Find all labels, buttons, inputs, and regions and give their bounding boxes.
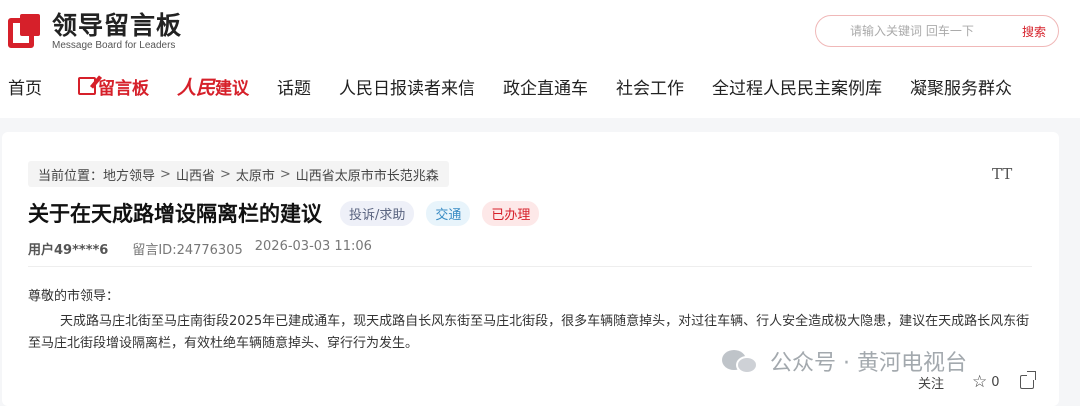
message-id: 留言ID:24776305 [132, 243, 243, 258]
nav-readers-letters[interactable]: 人民日报读者来信 [339, 74, 475, 99]
nav-home[interactable]: 首页 [8, 74, 42, 99]
post-actions: 关注 ☆ 0 [918, 371, 1036, 392]
nav-case-library[interactable]: 全过程人民民主案例库 [712, 74, 882, 99]
main-nav: 首页 留言板 人民建议 话题 人民日报读者来信 政企直通车 社会工作 全过程人民… [0, 70, 1040, 102]
title-row: 关于在天成路增设隔离栏的建议 投诉/求助 交通 已办理 [28, 198, 540, 228]
nav-topics[interactable]: 话题 [277, 74, 311, 99]
post-datetime: 2026-03-03 11:06 [254, 239, 372, 254]
logo-title: 领导留言板 [52, 11, 183, 40]
nav-liuyan[interactable]: 留言板 [78, 74, 149, 99]
search-box: 搜索 [815, 15, 1059, 47]
breadcrumb-item[interactable]: 地方领导 [103, 165, 155, 184]
search-button[interactable]: 搜索 [1022, 23, 1046, 40]
nav-renmin-jianyi[interactable]: 人民建议 [177, 73, 249, 100]
nav-social-work[interactable]: 社会工作 [616, 74, 684, 99]
logo-mark-icon [8, 14, 44, 50]
status-badge: 已办理 [482, 200, 540, 226]
site-logo[interactable]: 领导留言板 Message Board for Leaders [8, 12, 182, 52]
author-name: 用户49****6 [28, 243, 109, 258]
breadcrumb-item[interactable]: 太原市 [236, 165, 275, 184]
share-icon[interactable] [1019, 371, 1036, 389]
logo-subtitle: Message Board for Leaders [52, 40, 176, 51]
font-size-toggle[interactable]: TT [992, 165, 1012, 183]
star-count: 0 [991, 374, 1000, 390]
domain-tag: 交通 [426, 200, 471, 226]
breadcrumb-item[interactable]: 山西省太原市市长范兆森 [296, 165, 439, 184]
greeting: 尊敬的市领导： [28, 289, 120, 304]
wechat-icon [722, 346, 762, 376]
breadcrumb-item[interactable]: 山西省 [176, 165, 215, 184]
divider [28, 266, 1032, 267]
follow-button[interactable]: 关注 [918, 373, 944, 392]
post-title: 关于在天成路增设隔离栏的建议 [28, 202, 322, 226]
breadcrumb-prefix: 当前位置： [38, 168, 104, 184]
post-meta: 用户49****6 留言ID:24776305 2026-03-03 11:06 [28, 239, 372, 258]
nav-service[interactable]: 凝聚服务群众 [910, 74, 1012, 99]
star-icon[interactable]: ☆ [972, 372, 987, 392]
search-input[interactable] [850, 24, 1000, 38]
nav-zhengqi[interactable]: 政企直通车 [503, 74, 588, 99]
breadcrumb: 当前位置： 地方领导 > 山西省 > 太原市 > 山西省太原市市长范兆森 [28, 161, 449, 187]
type-tag: 投诉/求助 [340, 200, 415, 226]
edit-icon [78, 77, 96, 95]
nav-liuyan-label: 留言板 [98, 78, 149, 99]
